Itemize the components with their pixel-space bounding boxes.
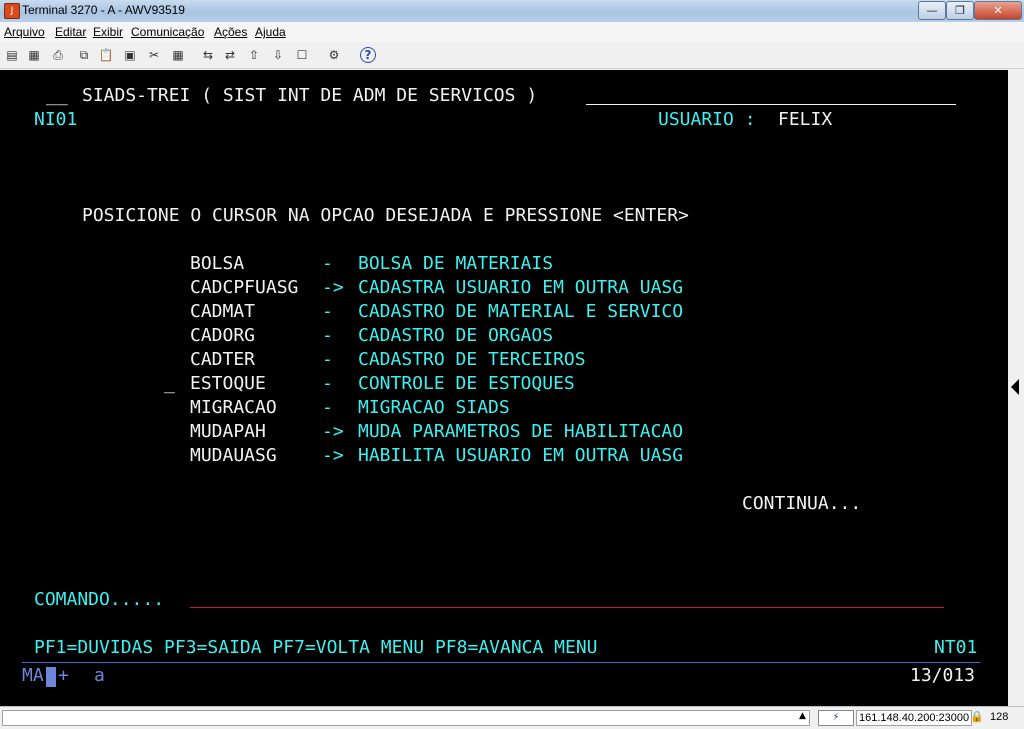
close-button[interactable]: ✕: [974, 1, 1022, 20]
title-bar: J Terminal 3270 - A - AWV93519 — ❐ ✕: [0, 0, 1024, 23]
option-code[interactable]: MUDAPAH: [190, 421, 266, 443]
header-prefix: __: [46, 85, 68, 106]
screen-id: NI01: [34, 109, 78, 130]
menu-ajuda[interactable]: Ajuda: [255, 25, 286, 39]
option-separator: -: [322, 397, 333, 418]
status-message-field: [2, 710, 810, 726]
option-code[interactable]: MIGRACAO: [190, 397, 277, 419]
option-description: CADASTRA USUARIO EM OUTRA UASG: [358, 277, 684, 298]
option-description: CADASTRO DE ORGAOS: [358, 325, 554, 346]
oia-indicator: MA: [22, 665, 44, 686]
java-app-icon: J: [4, 3, 20, 19]
option-code[interactable]: CADORG: [190, 325, 255, 347]
print-screen-icon[interactable]: ⎙: [50, 47, 66, 63]
screen-code: NT01: [934, 637, 978, 658]
terminal-screen[interactable]: __ SIADS-TREI ( SIST INT DE ADM DE SERVI…: [0, 70, 1008, 706]
user-label: USUARIO :: [658, 109, 756, 130]
option-code[interactable]: BOLSA: [190, 253, 244, 275]
header-underline: [586, 104, 956, 105]
copy-icon[interactable]: ⧉: [76, 47, 92, 63]
disconnect-icon[interactable]: ⇄: [222, 47, 238, 63]
menu-arquivo[interactable]: Arquivo: [4, 25, 45, 39]
option-description: CONTROLE DE ESTOQUES: [358, 373, 575, 394]
option-separator: ->: [322, 421, 344, 442]
window-title: Terminal 3270 - A - AWV93519: [22, 3, 185, 17]
option-separator: -: [322, 373, 333, 394]
option-separator: -: [322, 349, 333, 370]
connect-icon[interactable]: ⇆: [200, 47, 216, 63]
collapse-arrow-icon[interactable]: [1011, 379, 1019, 395]
command-label: COMANDO.....: [34, 589, 165, 610]
option-separator: -: [322, 325, 333, 346]
print-setup-icon[interactable]: ▦: [26, 47, 42, 63]
instruction-text: POSICIONE O CURSOR NA OPCAO DESEJADA E P…: [82, 205, 689, 226]
option-description: MUDA PARAMETROS DE HABILITACAO: [358, 421, 684, 442]
scroll-up-icon[interactable]: ▲: [799, 711, 806, 721]
cursor-marker: _: [164, 373, 175, 394]
option-separator: -: [322, 301, 333, 322]
paste-icon[interactable]: 📋: [98, 47, 114, 63]
header-title: SIADS-TREI ( SIST INT DE ADM DE SERVICOS…: [82, 85, 538, 106]
lock-icon: 🔒: [970, 710, 984, 723]
paste-special-icon[interactable]: ▣: [122, 47, 138, 63]
menu-editar[interactable]: Editar: [55, 25, 86, 39]
toolbar: ▤ ▦ ⎙ ⧉ 📋 ▣ ✂ ▦ ⇆ ⇄ ⇧ ⇩ ☐ ⚙ ?: [0, 42, 1024, 69]
oia-insert-indicator: a: [94, 665, 105, 686]
host-address: 161.148.40.200:23000: [856, 710, 973, 726]
option-separator: ->: [322, 277, 344, 298]
option-code[interactable]: CADCPFUASG: [190, 277, 298, 299]
option-code[interactable]: CADTER: [190, 349, 255, 371]
continue-text: CONTINUA...: [742, 493, 862, 514]
option-description: BOLSA DE MATERIAIS: [358, 253, 554, 274]
select-all-icon[interactable]: ▦: [170, 47, 186, 63]
send-file-icon[interactable]: ⇧: [246, 47, 262, 63]
option-description: HABILITA USUARIO EM OUTRA UASG: [358, 445, 684, 466]
receive-file-icon[interactable]: ⇩: [270, 47, 286, 63]
maximize-button[interactable]: ❐: [946, 1, 974, 20]
option-code[interactable]: CADMAT: [190, 301, 255, 323]
option-description: CADASTRO DE MATERIAL E SERVICO: [358, 301, 684, 322]
option-separator: ->: [322, 445, 344, 466]
oia-cursor-block: [46, 667, 56, 687]
oia-plus: +: [58, 665, 69, 686]
menu-bar: Arquivo Editar Exibir Comunicação Ações …: [0, 22, 1024, 42]
status-bar: ▲ ⚡ 161.148.40.200:23000 🔒 128: [0, 706, 1024, 729]
connection-icon: ⚡: [818, 710, 854, 726]
print-icon[interactable]: ▤: [4, 47, 20, 63]
cut-icon[interactable]: ✂: [146, 47, 162, 63]
side-panel: [1008, 70, 1024, 706]
oia-separator: [22, 662, 980, 663]
menu-exibir[interactable]: Exibir: [93, 25, 123, 39]
option-separator: -: [322, 253, 333, 274]
option-code[interactable]: MUDAUASG: [190, 445, 277, 467]
help-icon[interactable]: ?: [360, 47, 376, 63]
user-value: FELIX: [778, 109, 833, 130]
pf-keys-legend: PF1=DUVIDAS PF3=SAIDA PF7=VOLTA MENU PF8…: [34, 637, 598, 658]
encryption-bits: 128: [990, 711, 1009, 723]
option-description: CADASTRO DE TERCEIROS: [358, 349, 586, 370]
settings-icon[interactable]: ⚙: [326, 47, 342, 63]
option-code[interactable]: ESTOQUE: [190, 373, 266, 395]
option-description: MIGRACAO SIADS: [358, 397, 510, 418]
menu-acoes[interactable]: Ações: [214, 25, 247, 39]
minimize-button[interactable]: —: [918, 1, 946, 20]
menu-comunicacao[interactable]: Comunicação: [131, 25, 204, 39]
command-input[interactable]: [190, 607, 944, 608]
cursor-position: 13/013: [910, 665, 976, 686]
macro-icon[interactable]: ☐: [294, 47, 310, 63]
